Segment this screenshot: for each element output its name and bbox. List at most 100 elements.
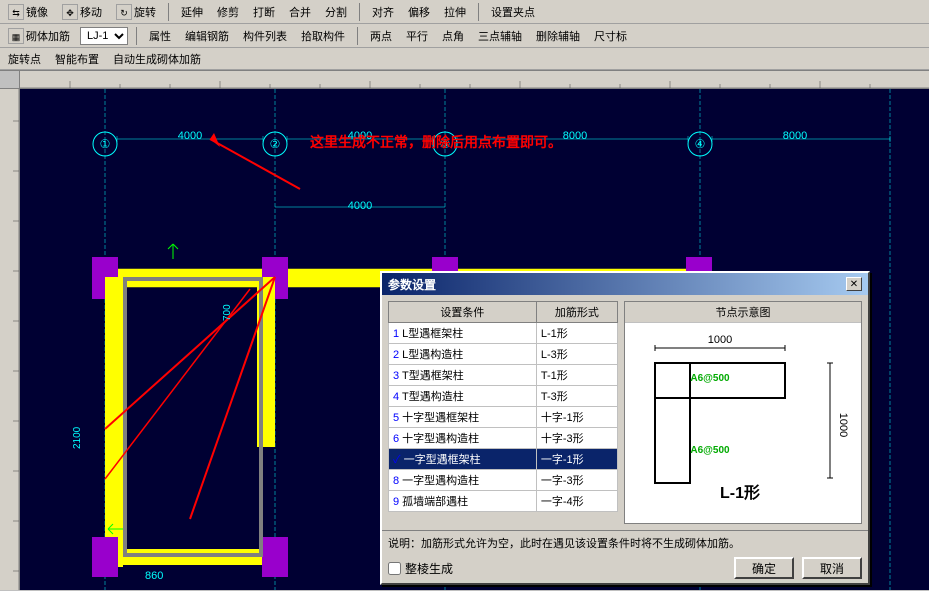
- dialog-titlebar: 参数设置 ✕: [382, 273, 868, 295]
- full-gen-checkbox[interactable]: [388, 562, 401, 575]
- row-form: 一字-3形: [536, 470, 617, 491]
- cancel-button[interactable]: 取消: [802, 557, 862, 579]
- toolbar-mirror-btn[interactable]: ⇆ 镜像: [4, 2, 52, 22]
- dialog-close-button[interactable]: ✕: [846, 277, 862, 291]
- toolbar-grip-btn[interactable]: 设置夹点: [487, 2, 539, 22]
- checkbox-label[interactable]: 整棱生成: [405, 560, 453, 577]
- two-point-btn[interactable]: 两点: [366, 26, 396, 46]
- cad-drawing-area[interactable]: ① ② ③ ④ 4000 4000 8000 8000: [0, 71, 929, 590]
- pick-component-btn[interactable]: 拾取构件: [297, 26, 349, 46]
- svg-text:①: ①: [100, 137, 111, 151]
- ok-button[interactable]: 确定: [734, 557, 794, 579]
- dialog-bottom: 说明：加筋形式允许为空，此时在遇见该设置条件时将不生成砌体加筋。 整棱生成 确定…: [382, 530, 868, 583]
- table-row[interactable]: 5 十字型遇框架柱十字-1形: [389, 407, 618, 428]
- row-number: 4: [393, 391, 399, 403]
- toolbar-break-btn[interactable]: 打断: [249, 2, 279, 22]
- stretch-label: 拉伸: [444, 4, 466, 20]
- table-row[interactable]: 4 T型遇构造柱T-3形: [389, 386, 618, 407]
- del-aux-btn[interactable]: 删除辅轴: [532, 26, 584, 46]
- dialog-footer: 整棱生成 确定 取消: [388, 557, 862, 579]
- angle-label: 点角: [442, 28, 464, 44]
- row-form: 十字-3形: [536, 428, 617, 449]
- svg-text:L-1形: L-1形: [720, 483, 760, 502]
- join-label: 合并: [289, 4, 311, 20]
- table-row[interactable]: 9 孤墙端部遇柱一字-4形: [389, 491, 618, 512]
- table-row[interactable]: 8 一字型遇构造柱一字-3形: [389, 470, 618, 491]
- auto-gen-label: 自动生成砌体加筋: [113, 51, 201, 67]
- conditions-table: 设置条件 加筋形式 1 L型遇框架柱L-1形2 L型遇构造柱L-3形3 T型遇框…: [388, 301, 618, 512]
- row-form: 一字-1形: [536, 449, 617, 470]
- toolbar-rotate-btn[interactable]: ↻ 旋转: [112, 2, 160, 22]
- table-row[interactable]: 6 十字型遇构造柱十字-3形: [389, 428, 618, 449]
- toolbar-move-btn[interactable]: ✥ 移动: [58, 2, 106, 22]
- button-row: 确定 取消: [734, 557, 862, 579]
- masonry-rebar-btn[interactable]: ▦ 砌体加筋: [4, 26, 74, 46]
- dialog-body: 设置条件 加筋形式 1 L型遇框架柱L-1形2 L型遇构造柱L-3形3 T型遇框…: [382, 295, 868, 530]
- three-point-btn[interactable]: 三点辅轴: [474, 26, 526, 46]
- dimension-btn[interactable]: 尺寸标: [590, 26, 631, 46]
- row-condition: 5 十字型遇框架柱: [389, 407, 537, 428]
- row-form: T-1形: [536, 365, 617, 386]
- toolbar-row3: 旋转点 智能布置 自动生成砌体加筋: [0, 48, 929, 70]
- component-list-btn[interactable]: 构件列表: [239, 26, 291, 46]
- sep1: [168, 3, 169, 21]
- preview-svg: 1000 1000: [625, 323, 855, 518]
- align-label: 对齐: [372, 4, 394, 20]
- row-form: T-3形: [536, 386, 617, 407]
- rotate-icon: ↻: [116, 4, 132, 20]
- angle-btn[interactable]: 点角: [438, 26, 468, 46]
- table-row[interactable]: 2 L型遇构造柱L-3形: [389, 344, 618, 365]
- three-point-label: 三点辅轴: [478, 28, 522, 44]
- row-number: 5: [393, 412, 399, 424]
- table-row[interactable]: ✓ 一字型遇框架柱一字-1形: [389, 449, 618, 470]
- toolbar-extend-btn[interactable]: 延伸: [177, 2, 207, 22]
- row-form: L-1形: [536, 323, 617, 344]
- sep2: [359, 3, 360, 21]
- toolbar-trim-btn[interactable]: 修剪: [213, 2, 243, 22]
- params-dialog: 参数设置 ✕ 设置条件 加筋形式 1 L型遇框架柱L-1: [380, 271, 870, 585]
- smart-layout-label: 智能布置: [55, 51, 99, 67]
- component-select[interactable]: LJ-1: [80, 27, 128, 45]
- svg-text:A6@500: A6@500: [690, 445, 730, 456]
- table-row[interactable]: 1 L型遇框架柱L-1形: [389, 323, 618, 344]
- ruler-top-svg: [20, 71, 929, 89]
- row-number: 3: [393, 370, 399, 382]
- toolbar-row2: ▦ 砌体加筋 LJ-1 属性 编辑钢筋 构件列表 拾取构件 两点 平行 点角 三: [0, 24, 929, 48]
- row-number: 1: [393, 328, 399, 340]
- edit-rebar-btn[interactable]: 编辑钢筋: [181, 26, 233, 46]
- auto-gen-btn[interactable]: 自动生成砌体加筋: [109, 49, 205, 69]
- sep3: [478, 3, 479, 21]
- extend-label: 延伸: [181, 4, 203, 20]
- row-condition: ✓ 一字型遇框架柱: [389, 449, 537, 470]
- toolbar-split-btn[interactable]: 分割: [321, 2, 351, 22]
- row-number: 8: [393, 475, 399, 487]
- edit-rebar-label: 编辑钢筋: [185, 28, 229, 44]
- toolbar-align-btn[interactable]: 对齐: [368, 2, 398, 22]
- smart-layout-btn[interactable]: 智能布置: [51, 49, 103, 69]
- svg-text:A6@500: A6@500: [690, 373, 730, 384]
- row-condition: 3 T型遇框架柱: [389, 365, 537, 386]
- attr-btn[interactable]: 属性: [145, 26, 175, 46]
- rotate-point-btn[interactable]: 旋转点: [4, 49, 45, 69]
- ruler-top: [20, 71, 929, 89]
- row-number: 9: [393, 496, 399, 508]
- split-label: 分割: [325, 4, 347, 20]
- ruler-corner: [0, 71, 20, 89]
- row-number: 6: [393, 433, 399, 445]
- row-condition: 9 孤墙端部遇柱: [389, 491, 537, 512]
- sep5: [357, 27, 358, 45]
- ruler-left-svg: [0, 71, 20, 590]
- move-icon: ✥: [62, 4, 78, 20]
- toolbar-offset-btn[interactable]: 偏移: [404, 2, 434, 22]
- table-row[interactable]: 3 T型遇框架柱T-1形: [389, 365, 618, 386]
- break-label: 打断: [253, 4, 275, 20]
- row-condition: 1 L型遇框架柱: [389, 323, 537, 344]
- toolbar-row1: ⇆ 镜像 ✥ 移动 ↻ 旋转 延伸 修剪 打断 合并 分割 对齐: [0, 0, 929, 24]
- move-label: 移动: [80, 4, 102, 20]
- svg-text:8000: 8000: [783, 130, 807, 142]
- toolbar-stretch-btn[interactable]: 拉伸: [440, 2, 470, 22]
- toolbar-join-btn[interactable]: 合并: [285, 2, 315, 22]
- parallel-btn[interactable]: 平行: [402, 26, 432, 46]
- row-condition: 4 T型遇构造柱: [389, 386, 537, 407]
- two-point-label: 两点: [370, 28, 392, 44]
